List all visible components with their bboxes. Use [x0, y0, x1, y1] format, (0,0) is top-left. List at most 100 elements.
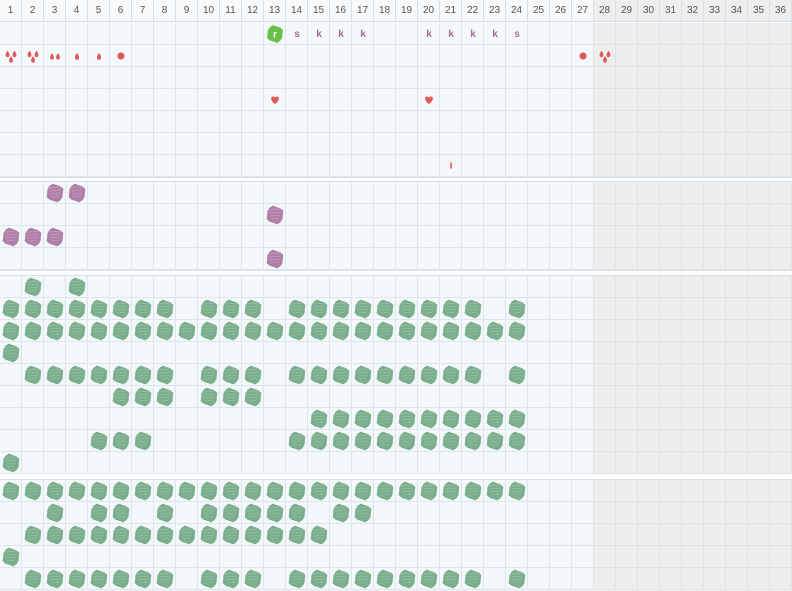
grid-cell[interactable]: [616, 276, 638, 298]
green-blob-entry[interactable]: [506, 408, 528, 430]
grid-cell[interactable]: [484, 155, 506, 177]
grid-cell[interactable]: [418, 67, 440, 89]
grid-cell[interactable]: [176, 67, 198, 89]
green-blob-entry[interactable]: [418, 364, 440, 386]
grid-cell[interactable]: [770, 452, 792, 474]
grid-cell[interactable]: [484, 133, 506, 155]
grid-cell[interactable]: [198, 111, 220, 133]
green-blob-entry[interactable]: [110, 568, 132, 590]
grid-cell[interactable]: [22, 23, 44, 45]
grid-cell[interactable]: [198, 89, 220, 111]
grid-cell[interactable]: [594, 226, 616, 248]
grid-cell[interactable]: [44, 248, 66, 270]
day-letter-mark[interactable]: k: [418, 23, 440, 45]
green-blob-entry[interactable]: [352, 320, 374, 342]
grid-cell[interactable]: [704, 204, 726, 226]
grid-cell[interactable]: [440, 502, 462, 524]
grid-cell[interactable]: [638, 133, 660, 155]
grid-cell[interactable]: [638, 320, 660, 342]
grid-cell[interactable]: [616, 364, 638, 386]
green-blob-entry[interactable]: [176, 480, 198, 502]
grid-cell[interactable]: [374, 182, 396, 204]
grid-cell[interactable]: [638, 111, 660, 133]
grid-cell[interactable]: [44, 133, 66, 155]
column-header-15[interactable]: 15: [308, 0, 330, 22]
grid-cell[interactable]: [704, 546, 726, 568]
grid-cell[interactable]: [352, 524, 374, 546]
green-blob-entry[interactable]: [154, 364, 176, 386]
grid-cell[interactable]: [242, 546, 264, 568]
grid-cell[interactable]: [330, 111, 352, 133]
grid-cell[interactable]: [396, 45, 418, 67]
grid-cell[interactable]: [88, 155, 110, 177]
grid-cell[interactable]: [308, 452, 330, 474]
green-blob-entry[interactable]: [110, 524, 132, 546]
grid-cell[interactable]: [132, 45, 154, 67]
grid-cell[interactable]: [330, 204, 352, 226]
grid-cell[interactable]: [418, 45, 440, 67]
grid-cell[interactable]: [198, 248, 220, 270]
grid-cell[interactable]: [22, 182, 44, 204]
green-blob-entry[interactable]: [132, 320, 154, 342]
grid-cell[interactable]: [352, 226, 374, 248]
green-blob-entry[interactable]: [330, 502, 352, 524]
grid-cell[interactable]: [506, 155, 528, 177]
green-blob-entry[interactable]: [176, 320, 198, 342]
grid-cell[interactable]: [506, 546, 528, 568]
grid-cell[interactable]: [594, 298, 616, 320]
grid-cell[interactable]: [308, 155, 330, 177]
green-blob-entry[interactable]: [242, 524, 264, 546]
grid-cell[interactable]: [66, 408, 88, 430]
column-header-16[interactable]: 16: [330, 0, 352, 22]
green-blob-entry[interactable]: [132, 364, 154, 386]
column-header-4[interactable]: 4: [66, 0, 88, 22]
grid-cell[interactable]: [726, 408, 748, 430]
grid-cell[interactable]: [528, 45, 550, 67]
grid-cell[interactable]: [22, 111, 44, 133]
grid-cell[interactable]: [594, 276, 616, 298]
grid-cell[interactable]: [88, 342, 110, 364]
grid-cell[interactable]: [440, 111, 462, 133]
grid-cell[interactable]: [44, 342, 66, 364]
grid-cell[interactable]: [616, 408, 638, 430]
grid-cell[interactable]: [704, 111, 726, 133]
green-blob-entry[interactable]: [330, 320, 352, 342]
grid-cell[interactable]: [572, 408, 594, 430]
grid-cell[interactable]: [22, 342, 44, 364]
grid-cell[interactable]: [286, 111, 308, 133]
grid-cell[interactable]: [198, 45, 220, 67]
grid-cell[interactable]: [616, 89, 638, 111]
green-blob-entry[interactable]: [484, 408, 506, 430]
column-header-27[interactable]: 27: [572, 0, 594, 22]
grid-cell[interactable]: [110, 67, 132, 89]
grid-cell[interactable]: [704, 23, 726, 45]
grid-cell[interactable]: [176, 182, 198, 204]
grid-cell[interactable]: [374, 155, 396, 177]
grid-cell[interactable]: [770, 298, 792, 320]
grid-cell[interactable]: [88, 408, 110, 430]
drop-icon[interactable]: [66, 45, 88, 67]
grid-cell[interactable]: [242, 45, 264, 67]
grid-cell[interactable]: [682, 502, 704, 524]
grid-cell[interactable]: [462, 182, 484, 204]
grid-cell[interactable]: [374, 502, 396, 524]
grid-cell[interactable]: [550, 452, 572, 474]
green-blob-entry[interactable]: [132, 430, 154, 452]
grid-cell[interactable]: [0, 89, 22, 111]
grid-cell[interactable]: [22, 155, 44, 177]
grid-cell[interactable]: [594, 155, 616, 177]
green-blob-entry[interactable]: [418, 408, 440, 430]
grid-cell[interactable]: [726, 342, 748, 364]
grid-cell[interactable]: [198, 155, 220, 177]
grid-cell[interactable]: [572, 248, 594, 270]
green-blob-entry[interactable]: [374, 408, 396, 430]
grid-cell[interactable]: [264, 364, 286, 386]
grid-cell[interactable]: [594, 524, 616, 546]
grid-cell[interactable]: [462, 204, 484, 226]
grid-cell[interactable]: [0, 204, 22, 226]
grid-cell[interactable]: [154, 89, 176, 111]
grid-cell[interactable]: [264, 276, 286, 298]
grid-cell[interactable]: [44, 386, 66, 408]
grid-cell[interactable]: [176, 408, 198, 430]
grid-cell[interactable]: [616, 386, 638, 408]
